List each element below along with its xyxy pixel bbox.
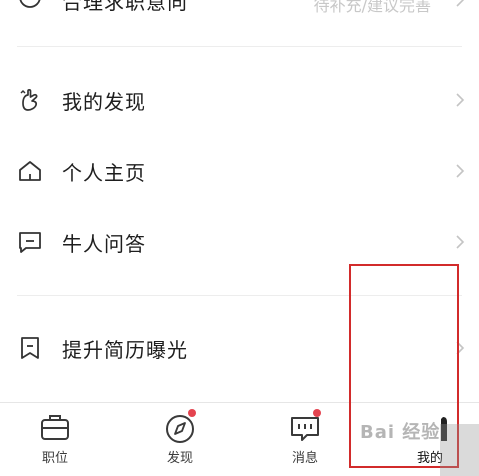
chevron-right-icon (456, 0, 465, 7)
menu-item-label: 提升简历曝光 (62, 337, 188, 362)
section-divider (17, 46, 462, 47)
menu-item-hint: 待补充/建议完善 (313, 0, 431, 15)
hand-heart-icon (20, 89, 38, 111)
notification-badge (188, 409, 196, 417)
tab-label: 职位 (41, 451, 68, 466)
watermark: Bai 经验 (360, 422, 441, 443)
clock-icon (19, 0, 41, 8)
watermark-shade (440, 424, 479, 476)
home-icon (19, 161, 41, 181)
chevron-right-icon (456, 164, 465, 178)
tab-discover[interactable]: 发现 (140, 403, 220, 476)
tab-label: 发现 (166, 451, 193, 466)
menu-item-label: 个人主页 (62, 160, 146, 185)
menu-item-job-intention[interactable]: 合理求职意向 待补充/建议完善 (0, 0, 479, 36)
menu-item-my-discoveries[interactable]: 我的发现 (0, 64, 479, 136)
tab-label: 消息 (291, 451, 318, 466)
tab-jobs[interactable]: 职位 (15, 403, 95, 476)
menu-item-personal-homepage[interactable]: 个人主页 (0, 135, 479, 207)
menu-item-label: 牛人问答 (62, 231, 146, 256)
bookmark-icon (21, 337, 39, 359)
chevron-right-icon (456, 235, 465, 249)
briefcase-icon (41, 415, 69, 440)
chat-square-icon (19, 232, 41, 253)
tab-messages[interactable]: 消息 (265, 403, 345, 476)
menu-item-label: 合理求职意向 (62, 0, 188, 14)
menu-item-label: 我的发现 (62, 89, 146, 114)
chevron-right-icon (456, 93, 465, 107)
notification-badge (313, 409, 321, 417)
